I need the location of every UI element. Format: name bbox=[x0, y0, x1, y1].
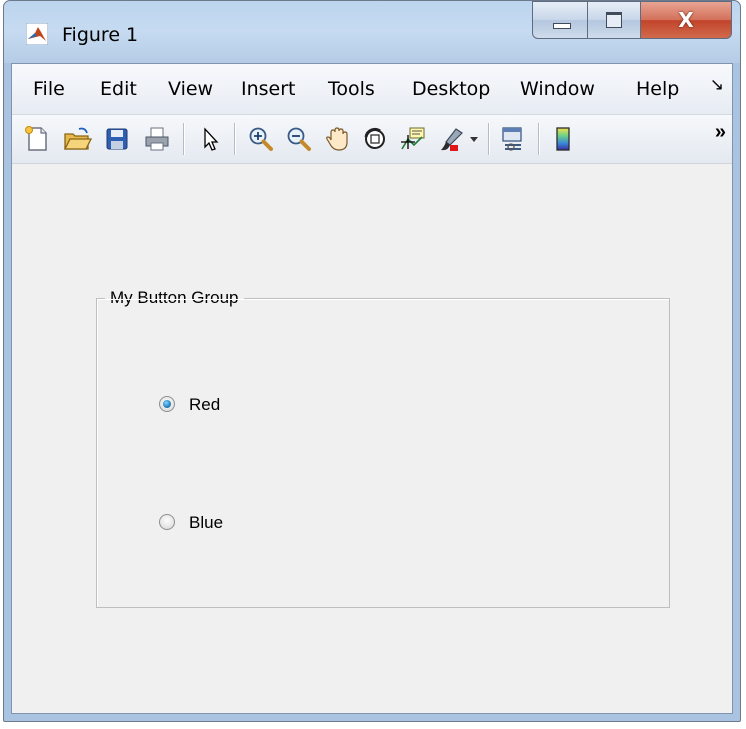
toolbar-separator bbox=[538, 123, 540, 155]
zoom-in-icon[interactable] bbox=[246, 125, 276, 153]
menu-edit[interactable]: Edit bbox=[100, 77, 137, 101]
rotate-3d-icon[interactable] bbox=[360, 125, 390, 153]
minimize-button[interactable] bbox=[532, 1, 588, 39]
radio-label-blue[interactable]: Blue bbox=[189, 512, 223, 534]
brush-dropdown-icon[interactable] bbox=[467, 125, 481, 153]
title-bar[interactable]: Figure 1 X bbox=[4, 1, 740, 63]
data-cursor-icon[interactable] bbox=[398, 125, 428, 153]
menu-file[interactable]: File bbox=[33, 77, 65, 101]
menu-overflow-icon[interactable]: ↘ bbox=[710, 75, 724, 95]
menu-tools[interactable]: Tools bbox=[328, 77, 375, 101]
menu-desktop[interactable]: Desktop bbox=[412, 77, 490, 101]
figure-toolbar: » bbox=[12, 115, 732, 164]
save-figure-icon[interactable] bbox=[102, 125, 132, 153]
menu-help[interactable]: Help bbox=[636, 77, 679, 101]
figure-client-area: File Edit View Insert Tools Desktop Wind… bbox=[11, 63, 733, 714]
print-figure-icon[interactable] bbox=[142, 125, 172, 153]
insert-colorbar-icon[interactable] bbox=[548, 125, 578, 153]
brush-icon[interactable] bbox=[436, 125, 466, 153]
radio-label-red[interactable]: Red bbox=[189, 394, 220, 416]
window-title: Figure 1 bbox=[62, 24, 139, 46]
close-icon: X bbox=[678, 8, 694, 32]
minimize-icon bbox=[553, 23, 571, 29]
menu-window[interactable]: Window bbox=[520, 77, 595, 101]
button-group-panel: My Button Group Red Blue bbox=[96, 287, 670, 608]
menu-insert[interactable]: Insert bbox=[241, 77, 296, 101]
pan-icon[interactable] bbox=[322, 125, 352, 153]
maximize-button[interactable] bbox=[587, 1, 641, 39]
matlab-logo-icon bbox=[25, 22, 49, 46]
maximize-icon bbox=[606, 12, 622, 28]
open-file-icon[interactable] bbox=[62, 125, 92, 153]
figure-window: Figure 1 X File Edit View Insert Tools D… bbox=[3, 0, 741, 722]
new-figure-icon[interactable] bbox=[22, 125, 52, 153]
figure-canvas: My Button Group Red Blue bbox=[12, 164, 732, 713]
menu-bar: File Edit View Insert Tools Desktop Wind… bbox=[12, 64, 732, 115]
toolbar-separator bbox=[488, 123, 490, 155]
button-group-title: My Button Group bbox=[105, 287, 244, 309]
toolbar-separator bbox=[234, 123, 236, 155]
toolbar-overflow-icon[interactable]: » bbox=[715, 121, 726, 144]
edit-plot-icon[interactable] bbox=[195, 125, 225, 153]
link-plot-icon[interactable] bbox=[498, 125, 528, 153]
zoom-out-icon[interactable] bbox=[284, 125, 314, 153]
close-button[interactable]: X bbox=[640, 1, 732, 39]
radio-button-red[interactable] bbox=[159, 396, 175, 412]
toolbar-separator bbox=[183, 123, 185, 155]
radio-button-blue[interactable] bbox=[159, 514, 175, 530]
menu-view[interactable]: View bbox=[168, 77, 213, 101]
